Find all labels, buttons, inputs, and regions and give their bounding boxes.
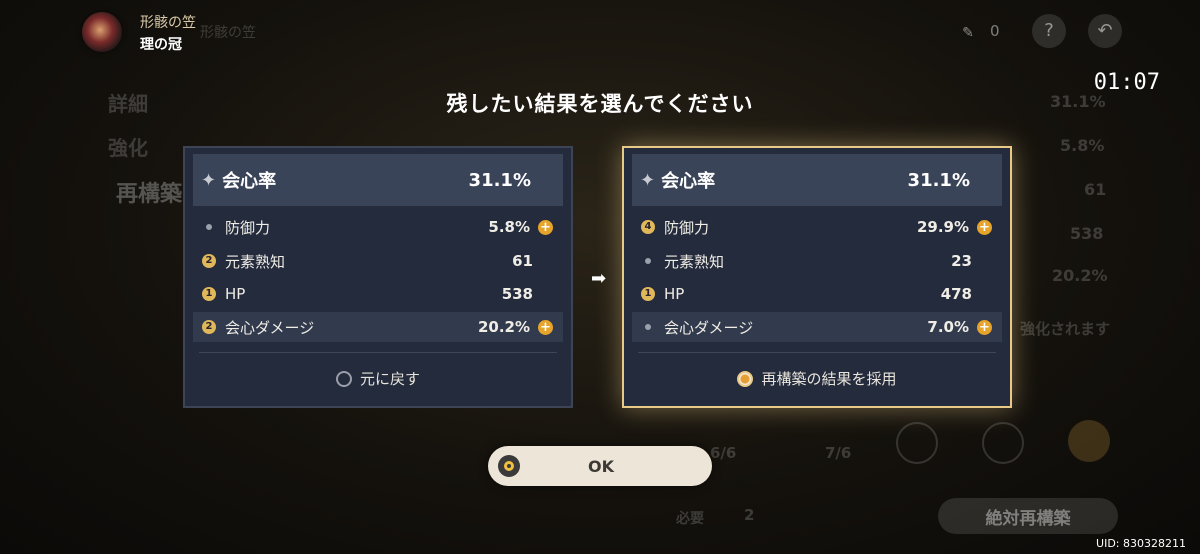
roll-count-badge: 4 xyxy=(641,220,655,234)
back-icon[interactable]: ↶ xyxy=(1088,14,1122,48)
sub-stat-row: 4 防御力 29.9% + xyxy=(632,212,1002,242)
plus-icon: + xyxy=(538,219,553,235)
sub-stat-value: 538 xyxy=(501,285,533,303)
artifact-name: 形骸の笠 xyxy=(140,15,196,31)
absolute-reforge-button[interactable]: 絶対再構築 xyxy=(938,498,1118,534)
revert-option-label: 元に戻す xyxy=(359,370,420,388)
material-icon: ✎ xyxy=(962,25,974,41)
artifact-slot: 理の冠 xyxy=(140,37,182,53)
sub-stat-value: 5.8% xyxy=(488,218,530,236)
material-count: 0 xyxy=(990,22,1000,40)
roll-count-badge: 2 xyxy=(202,320,216,334)
sub-stat-name: HP xyxy=(225,285,246,303)
star-icon: ✦ xyxy=(640,169,656,191)
bg-required-count: 2 xyxy=(744,506,755,524)
sub-stat-row: 1 HP 538 xyxy=(193,279,563,309)
uid-label: UID: 830328211 xyxy=(1096,537,1186,550)
bullet-icon xyxy=(206,224,212,230)
plus-icon: + xyxy=(538,319,553,335)
sub-stat-value: 7.0% xyxy=(927,318,969,336)
main-stat-name: 会心率 xyxy=(661,171,716,192)
sub-stat-name: 防御力 xyxy=(664,218,710,237)
main-stat-value: 31.1% xyxy=(907,169,970,191)
sub-stat-name: 元素熟知 xyxy=(664,252,725,271)
bg-progress-left: 6/6 xyxy=(710,444,737,462)
help-icon[interactable]: ? xyxy=(1032,14,1066,48)
artifact-icon xyxy=(82,12,122,52)
sub-stat-row: 会心ダメージ 7.0% + xyxy=(632,312,1002,342)
bg-node-2-icon xyxy=(982,422,1024,464)
sub-stat-row: 2 会心ダメージ 20.2% + xyxy=(193,312,563,342)
bg-node-1-icon xyxy=(896,422,938,464)
bg-value-2: 5.8% xyxy=(1060,136,1105,155)
roll-count-badge: 2 xyxy=(202,254,216,268)
bg-value-3: 61 xyxy=(1084,180,1107,199)
sub-stat-name: 防御力 xyxy=(225,218,271,237)
plus-icon: + xyxy=(977,219,992,235)
ok-button-label: OK xyxy=(588,456,614,476)
radio-unselected-icon[interactable] xyxy=(335,370,352,387)
sub-stat-value: 478 xyxy=(940,285,972,303)
original-result-card[interactable]: ✦ 会心率 31.1% 防御力 5.8% + 2 元素熟知 61 1 HP 53… xyxy=(183,146,573,408)
plus-icon: + xyxy=(977,319,992,335)
sub-stat-row: 1 HP 478 xyxy=(632,279,1002,309)
divider xyxy=(638,352,996,353)
sub-stat-name: HP xyxy=(664,285,685,303)
sub-stat-row: 2 元素熟知 61 xyxy=(193,246,563,276)
sub-stat-name: 元素熟知 xyxy=(225,252,286,271)
adopt-reforge-option[interactable]: 再構築の結果を採用 xyxy=(624,368,1010,389)
main-stat-value: 31.1% xyxy=(468,169,531,191)
confirm-circle-icon xyxy=(498,455,520,477)
radio-selected-icon[interactable] xyxy=(737,370,754,387)
main-stat-name: 会心率 xyxy=(222,171,277,192)
bg-enhance-hint: 強化されます xyxy=(1020,320,1111,338)
ok-button[interactable]: OK xyxy=(488,446,712,486)
main-stat-row: ✦ 会心率 31.1% xyxy=(632,154,1002,206)
sub-stat-value: 61 xyxy=(512,252,533,270)
sub-stat-name: 会心ダメージ xyxy=(664,318,754,337)
bg-required-label: 必要 xyxy=(676,511,704,527)
sub-stat-value: 20.2% xyxy=(477,318,530,336)
sub-stat-name: 会心ダメージ xyxy=(225,318,315,337)
bg-value-4: 538 xyxy=(1070,224,1104,243)
reforge-result-card[interactable]: ✦ 会心率 31.1% 4 防御力 29.9% + 元素熟知 23 1 HP 4… xyxy=(622,146,1012,408)
bg-artifact-name: 形骸の笠 xyxy=(200,25,256,41)
sub-stat-row: 防御力 5.8% + xyxy=(193,212,563,242)
roll-count-badge: 1 xyxy=(641,287,655,301)
sub-stat-value: 23 xyxy=(951,252,972,270)
bg-node-3-icon xyxy=(1068,420,1110,462)
adopt-reforge-option-label: 再構築の結果を採用 xyxy=(761,370,897,388)
arrow-right-icon: ➡ xyxy=(591,268,607,289)
roll-count-badge: 1 xyxy=(202,287,216,301)
bullet-icon xyxy=(645,258,651,264)
sub-stat-value: 29.9% xyxy=(916,218,969,236)
divider xyxy=(199,352,557,353)
main-stat-row: ✦ 会心率 31.1% xyxy=(193,154,563,206)
revert-option[interactable]: 元に戻す xyxy=(185,368,571,389)
bg-value-5: 20.2% xyxy=(1052,266,1108,285)
bg-progress-right: 7/6 xyxy=(825,444,852,462)
bg-menu-enhance: 強化 xyxy=(108,136,148,160)
page-title: 残したい結果を選んでください xyxy=(446,92,754,116)
sub-stat-row: 元素熟知 23 xyxy=(632,246,1002,276)
star-icon: ✦ xyxy=(201,169,217,191)
bg-menu-reforge: 再構築 xyxy=(116,182,183,207)
bullet-icon xyxy=(645,324,651,330)
